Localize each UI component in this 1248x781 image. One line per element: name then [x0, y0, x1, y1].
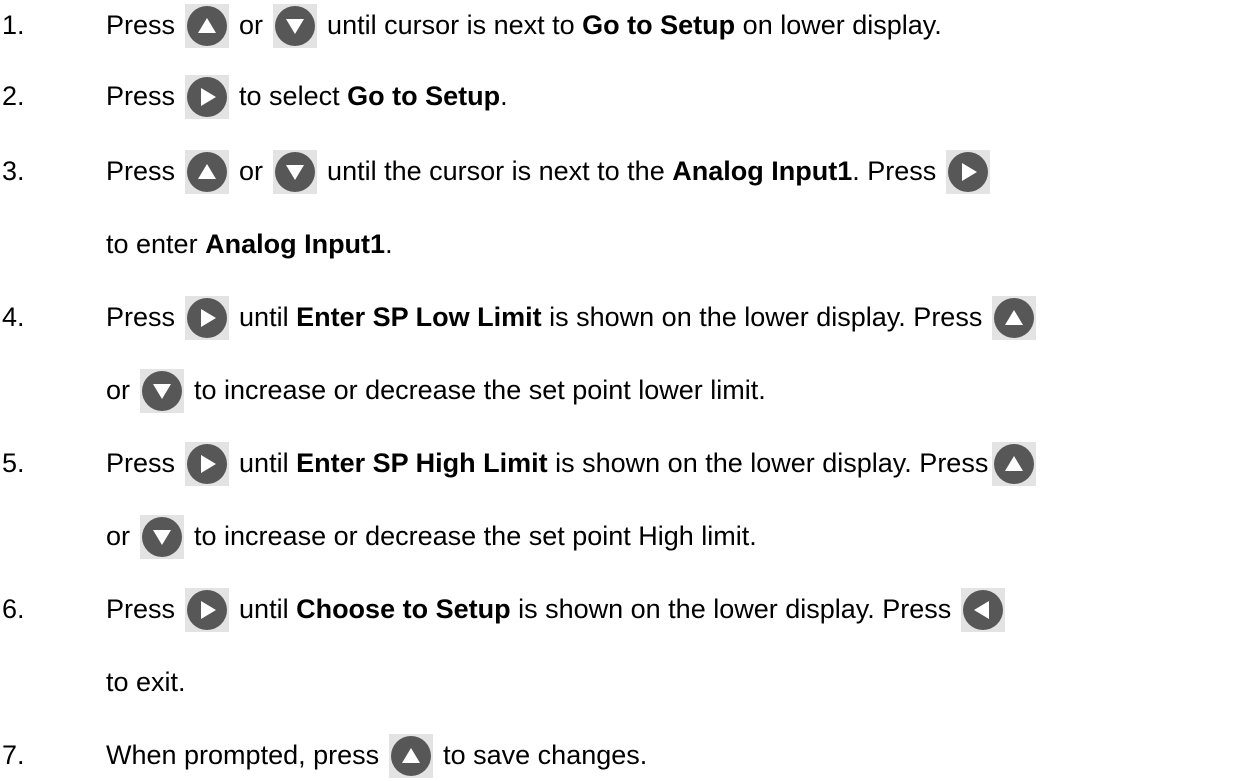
- down-arrow-button-icon: [273, 3, 318, 48]
- bold-term: Enter SP Low Limit: [296, 302, 542, 332]
- step-text: Press until Enter SP High Limit is shown …: [106, 441, 1037, 486]
- bold-term: Analog Input1: [205, 229, 386, 259]
- step-text: When prompted, press to save changes.: [106, 733, 647, 778]
- step-text-continued: or to increase or decrease the set point …: [106, 368, 766, 413]
- step-number: 6.: [2, 594, 25, 624]
- up-arrow-button-icon: [992, 295, 1037, 340]
- bold-term: Go to Setup: [347, 81, 501, 111]
- step-number: 4.: [2, 302, 25, 332]
- step-text-continued: or to increase or decrease the set point …: [106, 514, 757, 559]
- down-arrow-button-icon: [140, 368, 185, 413]
- step-number: 2.: [2, 81, 25, 111]
- down-arrow-button-icon: [273, 149, 318, 194]
- bold-term: Enter SP High Limit: [296, 448, 548, 478]
- left-arrow-button-icon: [961, 587, 1006, 632]
- down-arrow-button-icon: [140, 514, 185, 559]
- bold-term: Analog Input1: [672, 156, 853, 186]
- right-arrow-button-icon: [185, 587, 230, 632]
- up-arrow-button-icon: [389, 733, 434, 778]
- right-arrow-button-icon: [185, 295, 230, 340]
- step-text: Press or until the cursor is next to the A…: [106, 149, 1000, 194]
- right-arrow-button-icon: [185, 74, 230, 119]
- step-number: 7.: [2, 740, 25, 770]
- right-arrow-button-icon: [946, 149, 991, 194]
- right-arrow-button-icon: [185, 441, 230, 486]
- step-number: 1.: [2, 10, 25, 40]
- bold-term: Choose to Setup: [296, 594, 511, 624]
- bold-term: Go to Setup: [582, 10, 736, 40]
- up-arrow-button-icon: [185, 3, 230, 48]
- step-number: 5.: [2, 448, 25, 478]
- step-text: Press until Enter SP Low Limit is shown o…: [106, 295, 1037, 340]
- step-text: Press to select Go to Setup.: [106, 74, 508, 119]
- up-arrow-button-icon: [185, 149, 230, 194]
- up-arrow-button-icon: [992, 441, 1037, 486]
- step-number: 3.: [2, 156, 25, 186]
- step-text-continued: to enter Analog Input1.: [106, 229, 393, 259]
- step-text: Press until Choose to Setup is shown on t…: [106, 587, 1015, 632]
- step-text: Press or until cursor is next to Go to Set…: [106, 3, 942, 48]
- step-text-continued: to exit.: [106, 667, 186, 697]
